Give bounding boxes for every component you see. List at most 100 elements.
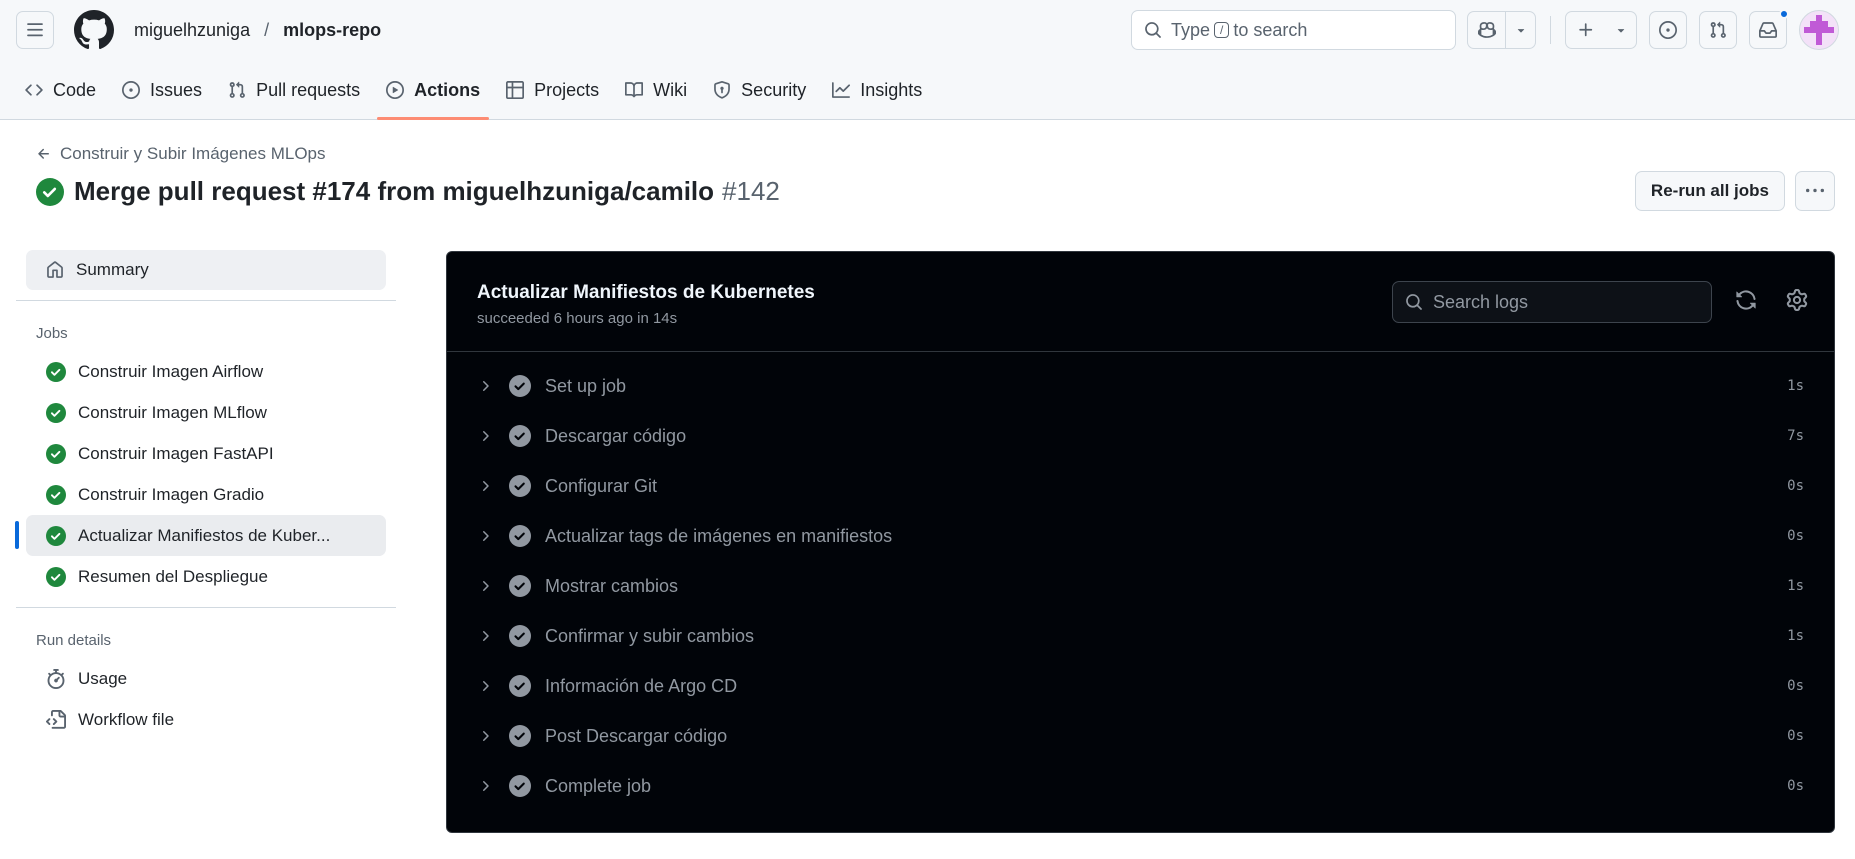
step-name: Descargar código [545,425,687,446]
job-step[interactable]: Post Descargar código 0s [447,711,1834,761]
arrow-left-icon [38,148,49,159]
search-prefix: Type [1171,19,1211,40]
tab-issues-label: Issues [150,79,203,100]
tab-issues[interactable]: Issues [113,60,211,120]
step-name: Información de Argo CD [545,675,738,696]
sidebar-job-item[interactable]: Construir Imagen MLflow [26,392,386,433]
success-check-circle-icon [46,402,66,423]
sidebar-job-label: Construir Imagen Gradio [78,484,265,504]
success-check-circle-icon [46,525,66,546]
step-duration: 0s [1787,728,1804,744]
sidebar-job-label: Resumen del Despliegue [78,566,268,586]
sidebar-job-item[interactable]: Construir Imagen FastAPI [26,433,386,474]
breadcrumb-repo[interactable]: mlops-repo [283,20,381,41]
copilot-button[interactable] [1467,11,1536,49]
job-step[interactable]: Confirmar y subir cambios 1s [447,611,1834,661]
job-step[interactable]: Complete job 0s [447,761,1834,811]
inbox-button[interactable] [1749,9,1789,49]
job-step[interactable]: Descargar código 7s [447,411,1834,461]
tab-pull-requests[interactable]: Pull requests [219,60,369,120]
sidebar-item-summary[interactable]: Summary [26,250,386,290]
breadcrumb-owner[interactable]: miguelhzuniga [134,20,250,41]
tab-pull-requests-label: Pull requests [256,79,361,100]
gear-icon[interactable] [1786,289,1808,311]
sidebar-item-workflow-file[interactable]: Workflow file [26,699,386,740]
rerun-all-jobs-button[interactable]: Re-run all jobs [1634,171,1785,211]
tab-security-label: Security [741,79,807,100]
back-to-workflow-link[interactable]: Construir y Subir Imágenes MLOps [36,144,326,164]
identicon-icon [1804,15,1834,45]
step-duration: 0s [1787,778,1804,794]
step-name: Confirmar y subir cambios [545,625,755,646]
avatar[interactable] [1799,10,1839,50]
tab-projects[interactable]: Projects [497,60,608,120]
run-title: Merge pull request #174 from miguelhzuni… [36,176,780,207]
tab-projects-label: Projects [534,79,600,100]
notification-dot [1779,9,1789,19]
hamburger-icon [27,23,43,37]
tab-actions[interactable]: Actions [377,60,490,120]
step-name: Set up job [545,375,627,396]
inbox-icon [1759,22,1777,38]
jobs-heading: Jobs [36,324,68,342]
step-name: Complete job [545,775,652,796]
job-steps-list: Set up job 1s Descargar código 7s Config… [447,352,1834,811]
repo-tabs: Code Issues Pull requests Actions Projec… [0,60,1855,120]
step-success-icon [509,425,531,447]
copilot-icon[interactable] [1468,12,1505,48]
job-step[interactable]: Información de Argo CD 0s [447,661,1834,711]
job-step[interactable]: Configurar Git 0s [447,461,1834,511]
step-duration: 1s [1787,628,1804,644]
job-log-panel: Actualizar Manifiestos de Kubernetes suc… [446,251,1835,833]
tab-code[interactable]: Code [16,60,105,120]
tab-code-label: Code [53,79,97,100]
success-check-circle-icon [46,361,66,382]
plus-icon[interactable] [1566,12,1606,48]
search-logs-input[interactable]: Search logs [1392,281,1712,323]
more-options-button[interactable] [1795,171,1835,211]
table-icon [506,81,525,99]
sidebar-job-item[interactable]: Resumen del Despliegue [26,556,386,597]
step-success-icon [509,475,531,497]
issues-button[interactable] [1649,11,1687,49]
sidebar-item-usage[interactable]: Usage [26,658,386,699]
job-step[interactable]: Mostrar cambios 1s [447,561,1834,611]
step-duration: 0s [1787,528,1804,544]
repo-header: miguelhzuniga / mlops-repo Type / to sea… [0,0,1855,120]
chevron-right-icon [483,381,489,391]
create-new-button[interactable] [1565,11,1637,49]
success-check-circle-icon [46,484,66,505]
sidebar-job-item-selected[interactable]: Actualizar Manifiestos de Kuber... [15,515,386,556]
search-input[interactable]: Type / to search [1131,10,1456,50]
job-step[interactable]: Actualizar tags de imágenes en manifiest… [447,511,1834,561]
breadcrumb-separator: / [264,19,270,40]
create-dropdown[interactable] [1606,12,1636,48]
search-icon [1406,294,1422,310]
step-duration: 7s [1787,428,1804,444]
job-step[interactable]: Set up job 1s [447,361,1834,411]
triangle-down-icon [1517,29,1524,33]
sidebar-job-item[interactable]: Construir Imagen Airflow [26,351,386,392]
sidebar-job-item[interactable]: Construir Imagen Gradio [26,474,386,515]
search-suffix: to search [1233,19,1308,40]
shield-icon [714,81,731,99]
tab-wiki[interactable]: Wiki [616,60,696,120]
menu-button[interactable] [16,11,54,49]
sidebar-item-workflow-file-label: Workflow file [78,709,175,729]
refresh-logs-icon[interactable] [1735,289,1757,311]
code-icon [25,84,43,96]
tab-actions-label: Actions [414,79,481,100]
chevron-right-icon [483,631,489,641]
tab-insights[interactable]: Insights [823,60,931,120]
pull-request-icon [229,81,245,98]
step-duration: 0s [1787,478,1804,494]
search-icon [1145,22,1161,38]
copilot-dropdown[interactable] [1505,12,1535,48]
pull-requests-button[interactable] [1699,11,1737,49]
github-logo-icon[interactable] [74,10,114,50]
chevron-right-icon [483,531,489,541]
tab-security[interactable]: Security [704,60,815,120]
success-check-circle-icon [36,177,64,206]
header-divider [1550,16,1551,44]
tab-insights-label: Insights [860,79,923,100]
